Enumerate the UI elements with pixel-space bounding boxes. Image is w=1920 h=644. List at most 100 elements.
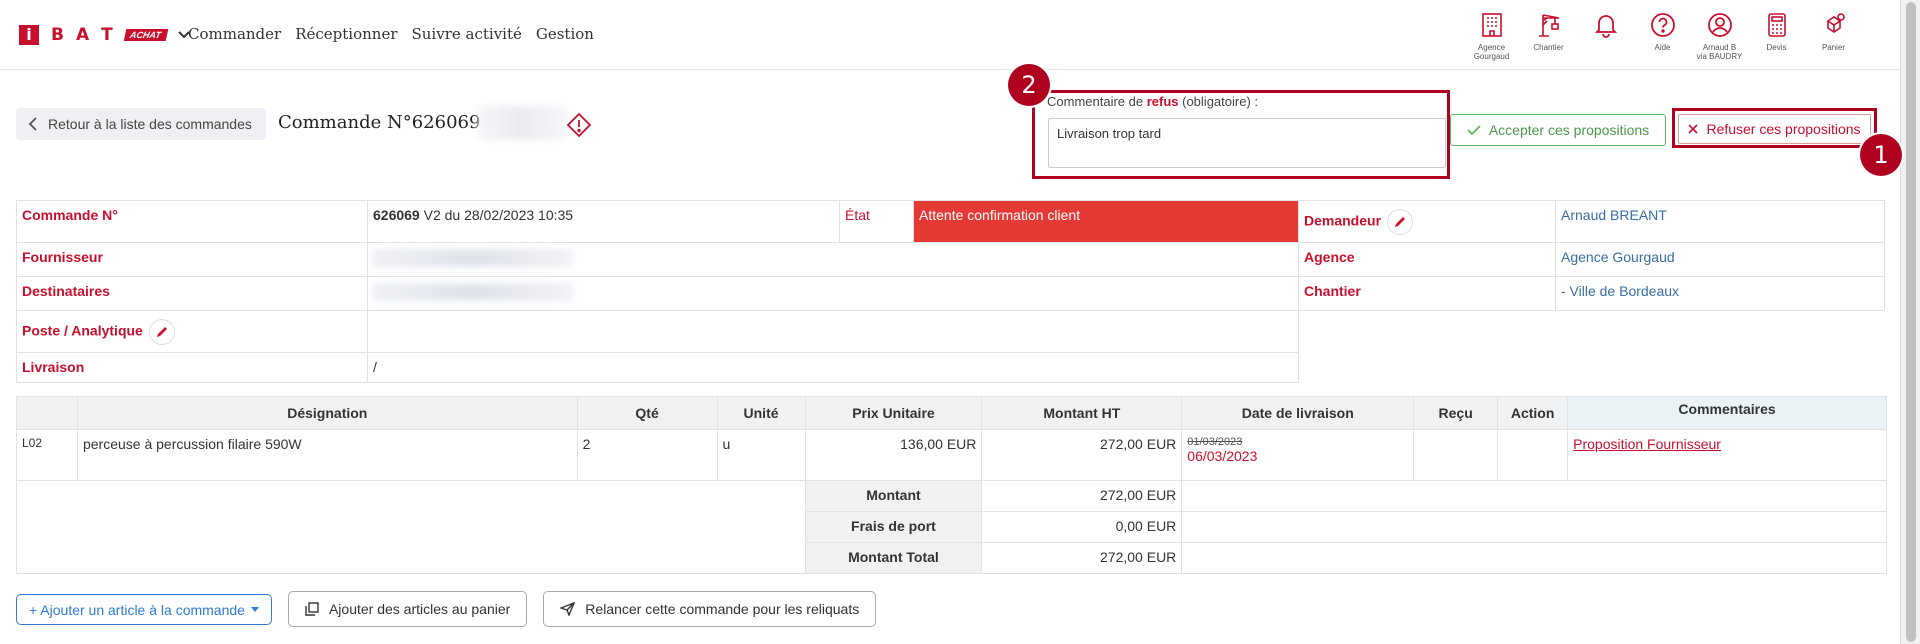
header-user[interactable]: Arnaud B via BAUDRY xyxy=(1691,11,1748,61)
new-delivery-date: 06/03/2023 xyxy=(1187,448,1258,464)
logo-letter: T xyxy=(101,25,113,45)
main-nav: Commander Réceptionner Suivre activité G… xyxy=(188,25,594,43)
requester-value[interactable]: Arnaud BREANT xyxy=(1555,200,1885,243)
line-ref: L02 xyxy=(16,429,78,481)
step-badge-2: 2 xyxy=(1008,64,1050,106)
order-info-table: Commande N° 626069 V2 du 28/02/2023 10:3… xyxy=(16,200,1885,383)
pencil-icon xyxy=(156,327,167,337)
bell-icon xyxy=(1594,15,1617,38)
totals-empty xyxy=(1181,542,1887,574)
supplier-label: Fournisseur xyxy=(16,242,368,277)
totals-empty xyxy=(1181,480,1887,512)
back-to-orders-button[interactable]: Retour à la liste des commandes xyxy=(16,108,266,140)
copy-icon xyxy=(305,602,319,616)
add-to-cart-button[interactable]: Ajouter des articles au panier xyxy=(287,591,528,627)
info-row: Commande N° 626069 V2 du 28/02/2023 10:3… xyxy=(16,200,1885,243)
nav-commander[interactable]: Commander xyxy=(188,25,281,43)
header-quotes-label: Devis xyxy=(1766,43,1787,52)
add-article-dropdown-button[interactable]: + Ajouter un article à la commande xyxy=(16,594,272,625)
pencil-icon xyxy=(1395,217,1406,227)
state-label: État xyxy=(839,200,914,243)
shipping-label: Frais de port xyxy=(804,511,983,543)
line-unit-price: 136,00 EUR xyxy=(804,429,983,481)
col-header-unit: Unité xyxy=(716,396,806,430)
calculator-icon xyxy=(1767,13,1786,37)
agency-value[interactable]: Agence Gourgaud xyxy=(1555,242,1885,277)
totals-empty xyxy=(1181,511,1887,543)
total-row: Montant 272,00 EUR xyxy=(16,480,1887,574)
header-notifications[interactable] xyxy=(1577,11,1634,61)
accept-proposals-button[interactable]: Accepter ces propositions xyxy=(1450,114,1666,146)
bottom-actions: + Ajouter un article à la commande Ajout… xyxy=(16,591,877,627)
header-cart[interactable]: Panier xyxy=(1805,11,1862,61)
empty-cell xyxy=(1299,353,1885,383)
accept-label: Accepter ces propositions xyxy=(1488,122,1650,138)
scrollbar-thumb[interactable] xyxy=(1906,2,1916,642)
building-icon xyxy=(1481,13,1502,37)
post-label: Poste / Analytique xyxy=(22,322,143,339)
refuse-label: Refuser ces propositions xyxy=(1706,121,1861,137)
logo-text: B A T xyxy=(51,25,113,45)
delivery-value: / xyxy=(367,352,1299,383)
check-icon xyxy=(1467,125,1481,136)
redacted-recipients xyxy=(373,283,573,301)
warning-diamond-icon[interactable] xyxy=(566,112,592,138)
col-header-comments: Commentaires xyxy=(1567,396,1887,430)
info-row: Destinataires Chantier - Ville de Bordea… xyxy=(16,276,1885,311)
comment-label-suffix: (obligatoire) : xyxy=(1178,94,1258,109)
caret-down-icon xyxy=(250,606,259,612)
header-cart-label: Panier xyxy=(1821,43,1846,52)
app-logo[interactable]: i B A T ACHAT xyxy=(19,25,191,45)
close-icon xyxy=(1688,124,1699,134)
post-value xyxy=(367,310,1299,353)
order-lines-table: Désignation Qté Unité Prix Unitaire Mont… xyxy=(16,396,1887,574)
header-site[interactable]: Chantier xyxy=(1520,11,1577,61)
logo-letter: B xyxy=(51,25,64,45)
supplier-proposal-link[interactable]: Proposition Fournisseur xyxy=(1573,436,1721,452)
page-scrollbar[interactable] xyxy=(1900,0,1920,644)
edit-requester-button[interactable] xyxy=(1387,209,1414,235)
post-cell: Poste / Analytique xyxy=(16,310,368,353)
delivery-label: Livraison xyxy=(16,352,368,383)
top-navbar: i B A T ACHAT Commander Réceptionner Sui… xyxy=(0,0,1900,70)
line-amount: 272,00 EUR xyxy=(981,429,1183,481)
shipping-value: 0,00 EUR xyxy=(981,511,1183,543)
comment-label-prefix: Commentaire de xyxy=(1047,94,1147,109)
edit-post-button[interactable] xyxy=(148,319,175,345)
logo-mark: i xyxy=(19,25,39,45)
crane-icon xyxy=(1538,14,1559,37)
relaunch-order-button[interactable]: Relancer cette commande pour les reliqua… xyxy=(543,591,877,627)
table-header-row: Désignation Qté Unité Prix Unitaire Mont… xyxy=(16,396,1887,430)
nav-receptionner[interactable]: Réceptionner xyxy=(295,25,397,43)
total-label: Montant xyxy=(804,480,983,512)
page-title: Commande N°626069 - xyxy=(278,112,493,133)
grand-total-value: 272,00 EUR xyxy=(981,542,1183,574)
line-qty: 2 xyxy=(576,429,718,481)
header-agency-label: Agence Gourgaud xyxy=(1473,43,1510,61)
recipients-value xyxy=(367,276,1299,311)
header-help[interactable]: Aide xyxy=(1634,11,1691,61)
user-icon xyxy=(1707,13,1732,37)
chevron-left-icon xyxy=(28,117,37,131)
info-row: Fournisseur Agence Agence Gourgaud xyxy=(16,242,1885,277)
refusal-comment-textarea[interactable]: Livraison trop tard xyxy=(1048,118,1446,168)
status-badge: Attente confirmation client xyxy=(913,200,1299,243)
nav-gestion[interactable]: Gestion xyxy=(536,25,594,43)
total-value: 272,00 EUR xyxy=(981,480,1183,512)
old-delivery-date: 01/03/2023 xyxy=(1187,436,1243,448)
logo-badge: ACHAT xyxy=(123,29,168,41)
site-label: Chantier xyxy=(1298,276,1556,311)
order-version: V2 du 28/02/2023 10:35 xyxy=(419,207,574,223)
site-value[interactable]: - Ville de Bordeaux xyxy=(1555,276,1885,311)
line-unit: u xyxy=(716,429,806,481)
header-agency[interactable]: Agence Gourgaud xyxy=(1463,11,1520,61)
col-header-action: Action xyxy=(1497,396,1569,430)
header-quotes[interactable]: Devis xyxy=(1748,11,1805,61)
refuse-proposals-button[interactable]: Refuser ces propositions xyxy=(1678,114,1871,144)
nav-suivre-activite[interactable]: Suivre activité xyxy=(412,25,522,43)
back-label: Retour à la liste des commandes xyxy=(48,116,252,132)
order-number: 626069 xyxy=(373,207,420,223)
logo-letter: A xyxy=(75,25,90,45)
order-number-value: 626069 V2 du 28/02/2023 10:35 xyxy=(367,200,840,243)
order-number-label: Commande N° xyxy=(16,200,368,243)
